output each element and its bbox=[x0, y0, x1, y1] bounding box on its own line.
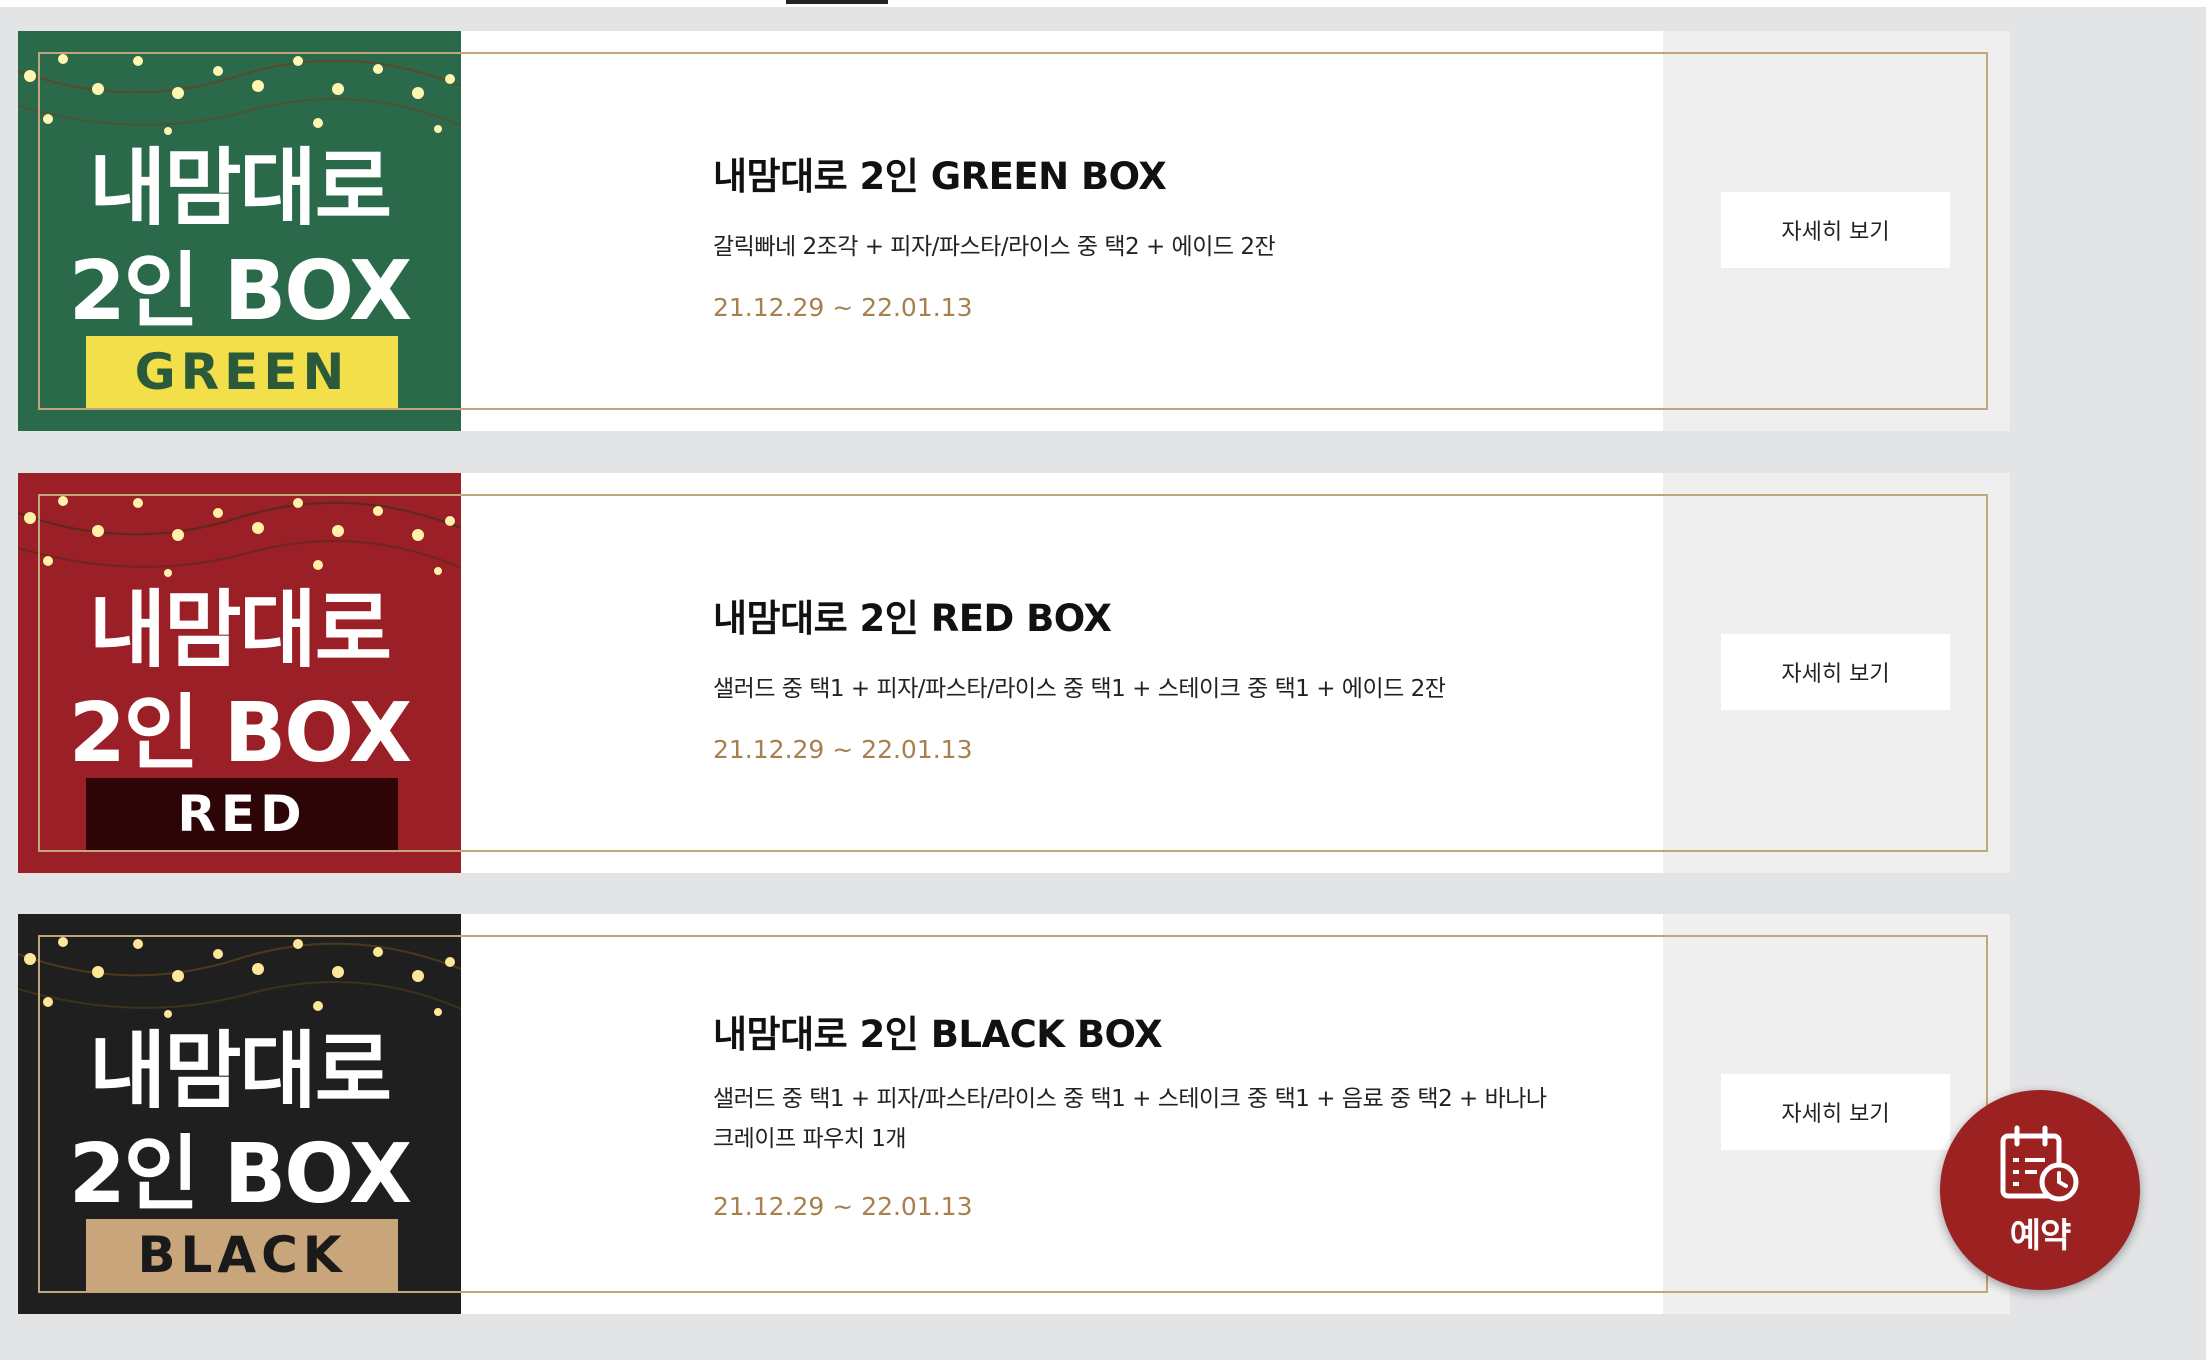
thumbnail-title-line2: 2인 BOX bbox=[68, 1127, 413, 1222]
product-thumbnail[interactable]: 내맘대로 2인 BOX RED bbox=[18, 473, 461, 873]
product-card-green: 내맘대로 2인 BOX GREEN 내맘대로 2인 GREEN BOX 갈릭빠네… bbox=[18, 31, 2010, 431]
product-thumbnail[interactable]: 내맘대로 2인 BOX GREEN bbox=[18, 31, 461, 431]
product-description: 갈릭빠네 2조각 + 피자/파스타/라이스 중 택2 + 에이드 2잔 bbox=[713, 234, 1276, 260]
product-card-red: 내맘대로 2인 BOX RED 내맘대로 2인 RED BOX 샐러드 중 택1… bbox=[18, 473, 2010, 873]
product-period: 21.12.29 ~ 22.01.13 bbox=[713, 1192, 973, 1221]
detail-view-button[interactable]: 자세히 보기 bbox=[1721, 634, 1950, 710]
active-tab-indicator bbox=[786, 0, 888, 4]
product-title[interactable]: 내맘대로 2인 BLACK BOX bbox=[713, 1004, 1163, 1058]
product-title[interactable]: 내맘대로 2인 RED BOX bbox=[713, 588, 1112, 642]
thumbnail-title-line2: 2인 BOX bbox=[68, 244, 413, 339]
product-description: 샐러드 중 택1 + 피자/파스타/라이스 중 택1 + 스테이크 중 택1 +… bbox=[713, 1086, 1547, 1152]
product-description: 샐러드 중 택1 + 피자/파스타/라이스 중 택1 + 스테이크 중 택1 +… bbox=[713, 676, 1446, 702]
detail-view-button[interactable]: 자세히 보기 bbox=[1721, 192, 1950, 268]
thumbnail-tag-label: BLACK bbox=[86, 1219, 398, 1291]
thumbnail-tag-label: GREEN bbox=[86, 336, 398, 408]
reserve-fab-button[interactable]: 예약 bbox=[1940, 1090, 2140, 1290]
product-thumbnail[interactable]: 내맘대로 2인 BOX BLACK bbox=[18, 914, 461, 1314]
top-tab-strip bbox=[0, 0, 2206, 7]
detail-view-button[interactable]: 자세히 보기 bbox=[1721, 1074, 1950, 1150]
thumbnail-title-line2: 2인 BOX bbox=[68, 686, 413, 781]
product-period: 21.12.29 ~ 22.01.13 bbox=[713, 735, 973, 764]
thumbnail-tag-label: RED bbox=[86, 778, 398, 850]
product-title[interactable]: 내맘대로 2인 GREEN BOX bbox=[713, 146, 1167, 200]
reserve-label: 예약 bbox=[2009, 1215, 2072, 1256]
calendar-clock-icon bbox=[2000, 1125, 2079, 1201]
product-period: 21.12.29 ~ 22.01.13 bbox=[713, 293, 973, 322]
product-card-black: 내맘대로 2인 BOX BLACK 내맘대로 2인 BLACK BOX 샐러드 … bbox=[18, 914, 2010, 1314]
